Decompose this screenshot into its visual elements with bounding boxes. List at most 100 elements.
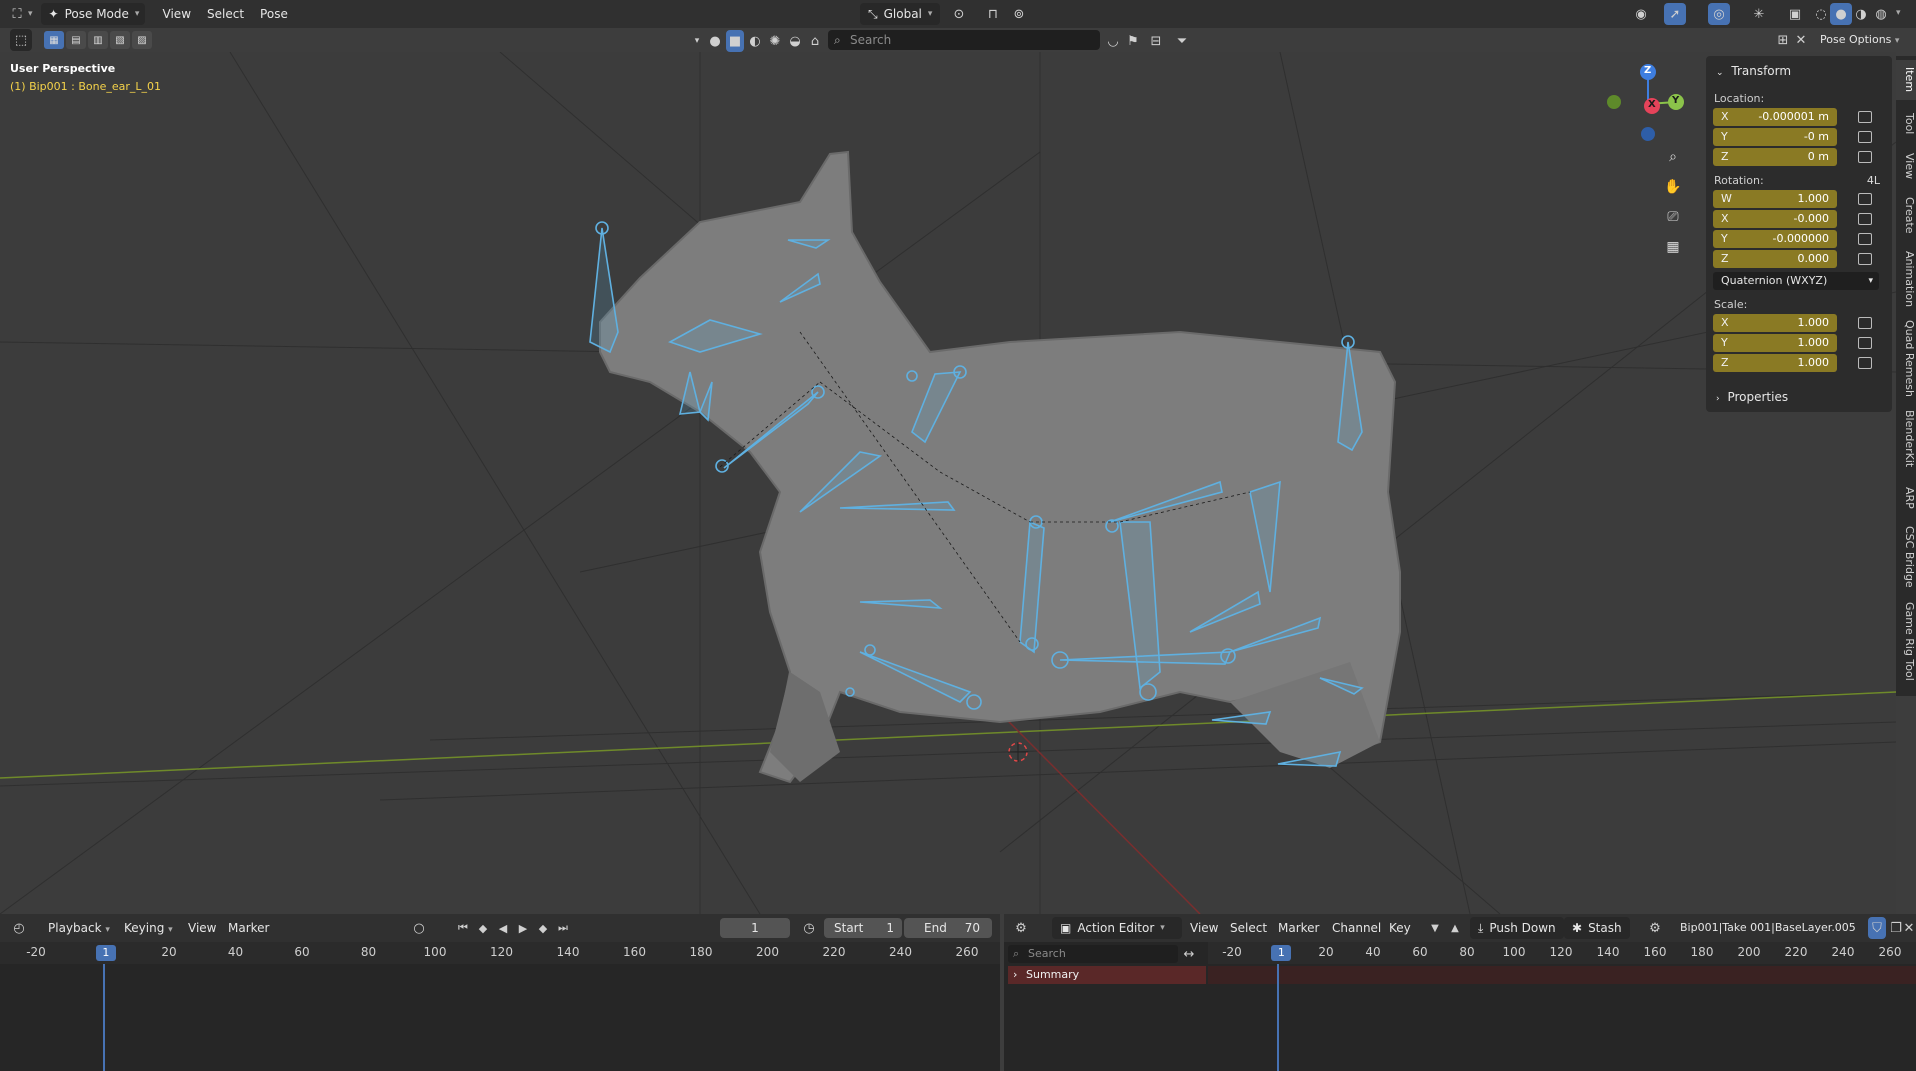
lock-icon[interactable]	[1858, 151, 1872, 163]
tab-csc-bridge[interactable]: CSC Bridge	[1896, 522, 1916, 592]
playhead-frame[interactable]: 1	[1271, 945, 1292, 961]
chevron-down-icon[interactable]: ▾	[690, 30, 704, 52]
mode-dropdown[interactable]: ✦ Pose Mode ▾	[40, 3, 145, 25]
wireframe-shading-icon[interactable]: ◌	[1810, 3, 1832, 25]
scale-y-field[interactable]: Y 1.000	[1713, 334, 1837, 352]
zoom-icon[interactable]: ⌕	[1660, 144, 1686, 170]
filter-icon[interactable]: ⏷	[1170, 30, 1194, 52]
lock-icon[interactable]	[1858, 233, 1872, 245]
prev-keyframe-icon[interactable]: ◆	[472, 917, 494, 939]
play-icon[interactable]: ▶	[512, 917, 534, 939]
mesh-filter-icon[interactable]: ■	[726, 30, 744, 52]
material-shading-icon[interactable]: ◑	[1850, 3, 1872, 25]
ortho-grid-icon[interactable]: ▦	[1660, 234, 1686, 260]
rotation-y-field[interactable]: Y -0.000000	[1713, 230, 1837, 248]
location-x-field[interactable]: X -0.000001 m	[1713, 108, 1837, 126]
menu-view[interactable]: View	[188, 917, 216, 939]
scale-z-field[interactable]: Z 1.000	[1713, 354, 1837, 372]
location-y-field[interactable]: Y -0 m	[1713, 128, 1837, 146]
select-intersect-icon[interactable]: ▨	[132, 31, 152, 49]
swap-icon[interactable]: ↔	[1178, 943, 1200, 965]
stash-button[interactable]: ✱ Stash	[1564, 917, 1630, 939]
camera-view-icon[interactable]: ⎚	[1660, 204, 1686, 230]
action-ruler[interactable]: -20 1 20 40 60 80 100 120 140 160 180 200 220 240 260	[1208, 942, 1916, 964]
action-editor-mode-dropdown[interactable]: ▣ Action Editor ▾	[1052, 917, 1182, 939]
start-frame-field[interactable]: Start 1	[824, 918, 902, 938]
bone[interactable]	[589, 227, 619, 354]
gizmo-toggle-icon[interactable]: ➚	[1664, 3, 1686, 25]
material-filter-icon[interactable]: ◐	[746, 30, 764, 52]
tab-tool[interactable]: Tool	[1896, 106, 1916, 142]
bone-overlay-icon[interactable]: ✳	[1748, 3, 1770, 25]
menu-select[interactable]: Select	[1230, 917, 1267, 939]
lock-icon[interactable]	[1858, 357, 1872, 369]
3d-viewport[interactable]: Z Y X	[0, 52, 1896, 914]
tab-quad-remesh[interactable]: Quad Remesh	[1896, 318, 1916, 398]
tab-create[interactable]: Create	[1896, 190, 1916, 240]
record-icon[interactable]: ○	[408, 917, 430, 939]
layer-up-icon[interactable]: ▲	[1444, 917, 1466, 939]
next-keyframe-icon[interactable]: ◆	[532, 917, 554, 939]
light-filter-icon[interactable]: ✺	[766, 30, 784, 52]
timeline-editor-icon[interactable]: ◴	[8, 917, 30, 939]
snap-icon[interactable]: ⊓	[982, 3, 1004, 25]
tab-item[interactable]: Item	[1896, 60, 1916, 100]
lock-icon[interactable]	[1858, 337, 1872, 349]
lock-icon[interactable]	[1858, 131, 1872, 143]
current-frame-field[interactable]: 1	[720, 918, 790, 938]
transform-header[interactable]: ⌄ Transform	[1716, 64, 1791, 78]
bookmark-icon[interactable]: ⚑	[1124, 30, 1142, 52]
overlay-toggle-icon[interactable]: ◎	[1708, 3, 1730, 25]
solid-shading-icon[interactable]: ●	[1830, 3, 1852, 25]
menu-view[interactable]: View	[155, 3, 199, 25]
location-z-field[interactable]: Z 0 m	[1713, 148, 1837, 166]
viewport-search-input[interactable]: ⌕ Search	[828, 30, 1100, 50]
gizmo-neg-z-icon[interactable]	[1641, 127, 1655, 141]
menu-key[interactable]: Key	[1389, 917, 1411, 939]
action-browse-icon[interactable]: ⚙	[1644, 917, 1666, 939]
select-tool-icon[interactable]: ⬚	[10, 29, 32, 51]
rotation-w-field[interactable]: W 1.000	[1713, 190, 1837, 208]
action-name-field[interactable]: Bip001|Take 001|BaseLayer.005	[1680, 917, 1856, 939]
summary-channel[interactable]: › Summary	[1008, 966, 1206, 984]
rendered-shading-icon[interactable]: ◍	[1870, 3, 1892, 25]
timeline-editor[interactable]: ◴ Playback ▾ Keying ▾ View Marker ○ ⏮ ◆ …	[0, 914, 1000, 1071]
xray-icon[interactable]: ▣	[1784, 3, 1806, 25]
menu-channel[interactable]: Channel	[1332, 917, 1381, 939]
tab-view[interactable]: View	[1896, 148, 1916, 184]
rotation-x-field[interactable]: X -0.000	[1713, 210, 1837, 228]
keying-menu[interactable]: Keying ▾	[124, 917, 173, 939]
play-reverse-icon[interactable]: ◀	[492, 917, 514, 939]
layer-down-icon[interactable]: ▼	[1424, 917, 1446, 939]
close-icon[interactable]: ✕	[1902, 917, 1916, 939]
menu-view[interactable]: View	[1190, 917, 1218, 939]
viewport-canvas[interactable]	[0, 52, 1896, 914]
gizmo-neg-y-icon[interactable]	[1607, 95, 1621, 109]
select-extend-icon[interactable]: ▤	[66, 31, 86, 49]
lock-icon[interactable]	[1858, 111, 1872, 123]
proportional-icon[interactable]: ⊚	[1008, 3, 1030, 25]
menu-marker[interactable]: Marker	[1278, 917, 1319, 939]
layout-icon[interactable]: ⊟	[1144, 30, 1168, 52]
tab-blenderkit[interactable]: BlenderKit	[1896, 404, 1916, 474]
jump-start-icon[interactable]: ⏮	[452, 917, 474, 939]
tab-arp[interactable]: ARP	[1896, 480, 1916, 516]
chevron-down-icon[interactable]: ▾	[1896, 8, 1901, 18]
lock-icon[interactable]	[1858, 193, 1872, 205]
timer-icon[interactable]: ◷	[798, 917, 820, 939]
playhead-frame[interactable]: 1	[95, 945, 116, 961]
rotation-z-field[interactable]: Z 0.000	[1713, 250, 1837, 268]
lock-icon[interactable]	[1858, 317, 1872, 329]
properties-header[interactable]: › Properties	[1716, 390, 1788, 404]
select-subtract-icon[interactable]: ▥	[88, 31, 108, 49]
action-editor[interactable]: ⚙ ▣ Action Editor ▾ View Select Marker C…	[1004, 914, 1916, 1071]
scene-icon[interactable]: ●	[706, 30, 724, 52]
lock-icon[interactable]	[1858, 253, 1872, 265]
3d-cursor[interactable]	[1008, 742, 1028, 762]
transform-orientation-dropdown[interactable]: ⤡ Global ▾	[860, 3, 941, 25]
playback-menu[interactable]: Playback ▾	[48, 917, 110, 939]
camera-filter-icon[interactable]: ⌂	[806, 30, 824, 52]
menu-select[interactable]: Select	[199, 3, 252, 25]
editor-type-icon[interactable]: ⛶	[6, 3, 28, 25]
menu-pose[interactable]: Pose	[252, 3, 296, 25]
